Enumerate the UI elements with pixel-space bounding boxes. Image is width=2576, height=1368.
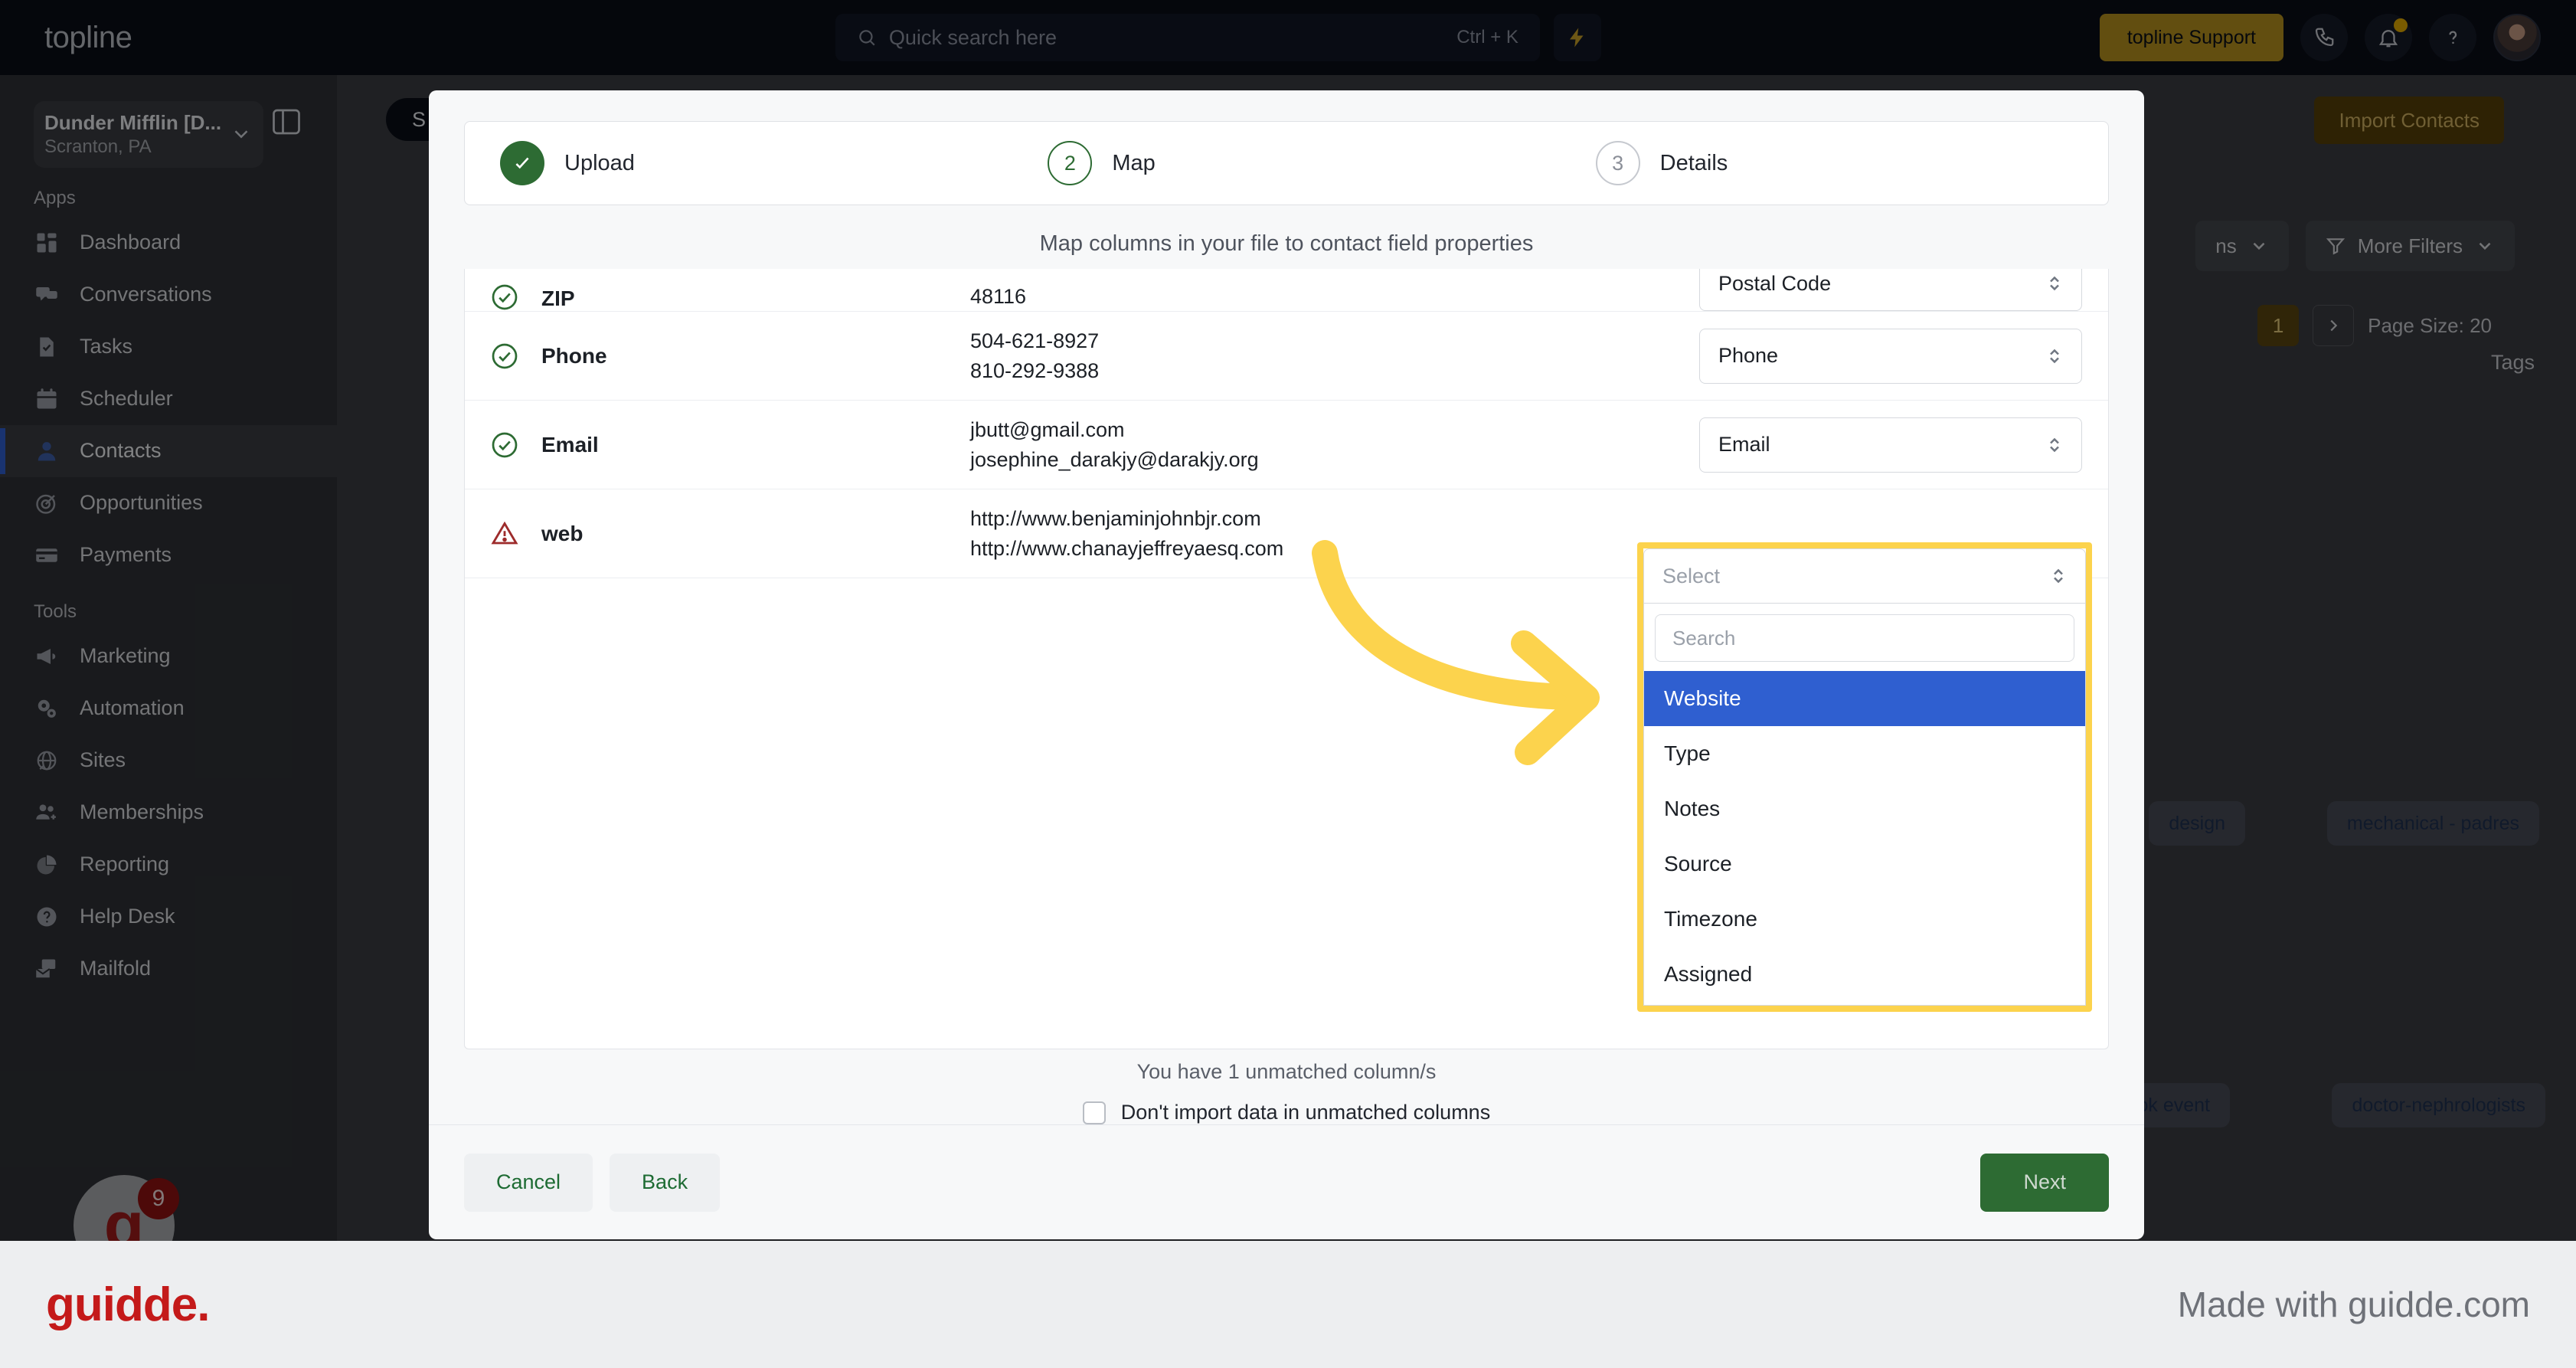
modal-footer: Cancel Back Next [429,1124,2144,1239]
step-details[interactable]: 3 Details [1561,141,2108,185]
source-column-name: ZIP [541,286,575,310]
cancel-button[interactable]: Cancel [464,1153,593,1212]
guidde-logo: guidde. [46,1278,210,1331]
sample-values: http://www.benjaminjohnbjr.com http://ww… [970,504,1699,563]
chevron-updown-icon [2050,349,2059,363]
source-column-name: Phone [541,343,607,368]
field-select[interactable]: Phone [1699,328,2082,384]
sample-value: jbutt@gmail.com [970,418,1125,442]
step-upload-bubble [500,141,544,185]
table-row: Phone 504-621-8927 810-292-9388 Phone [465,312,2108,401]
sample-values: jbutt@gmail.com josephine_darakjy@darakj… [970,415,1699,474]
field-select-box[interactable]: Email [1699,417,2082,473]
made-with-guidde-text: Made with guidde.com [2177,1285,2530,1324]
step-map-number: 2 [1048,141,1093,185]
chevron-updown-icon [2050,437,2059,452]
dropdown-option-website[interactable]: Website [1644,671,2085,726]
field-select-value: Phone [1718,344,1779,367]
modal-subtitle: Map columns in your file to contact fiel… [1039,231,1534,256]
step-map-label: Map [1112,150,1156,175]
dropdown-search-placeholder: Search [1672,626,1736,650]
dropdown-option-type[interactable]: Type [1655,726,2074,781]
sample-value: 504-621-8927 [970,329,1100,353]
sample-values: 504-621-8927 810-292-9388 [970,326,1699,385]
dont-import-row: Don't import data in unmatched columns [429,1101,2144,1124]
sample-value: http://www.chanayjeffreyaesq.com [970,536,1284,560]
status-badge [491,342,541,370]
check-circle-icon [492,432,518,457]
field-select[interactable]: Postal Code [1699,269,2082,311]
table-row: ZIP 48116 Postal Code [465,269,2108,312]
guidde-footer: guidde. Made with guidde.com [0,1241,2576,1368]
next-button[interactable]: Next [1980,1153,2109,1212]
dropdown-option-source[interactable]: Source [1655,836,2074,892]
status-badge [491,520,541,548]
step-upload[interactable]: Upload [465,141,1012,185]
status-badge [491,283,541,311]
source-column-name: Email [541,432,599,457]
sample-values: 48116 [970,284,1027,308]
field-select-value: Email [1718,433,1770,456]
step-map[interactable]: 2 Map [1012,141,1560,185]
sample-value: 810-292-9388 [970,358,1100,382]
table-row: Email jbutt@gmail.com josephine_darakjy@… [465,401,2108,489]
dropdown-option-assigned[interactable]: Assigned [1655,947,2074,1002]
back-button[interactable]: Back [610,1153,721,1212]
step-details-label: Details [1659,150,1728,175]
field-select-dropdown: Select Search Website Type Notes Source … [1637,542,2092,1012]
dropdown-option-timezone[interactable]: Timezone [1655,892,2074,947]
source-column-name: web [541,521,584,545]
dont-import-checkbox[interactable] [1082,1101,1106,1124]
unmatched-note: You have 1 unmatched column/s [1136,1060,1437,1083]
field-select-value: Postal Code [1718,271,1832,295]
sample-value: josephine_darakjy@darakjy.org [970,447,1259,471]
field-select[interactable]: Email [1699,417,2082,473]
dropdown-option-notes[interactable]: Notes [1655,781,2074,836]
dropdown-menu: Search Website Type Notes Source Timezon… [1643,604,2086,1006]
dont-import-label: Don't import data in unmatched columns [1120,1101,1491,1124]
step-upload-label: Upload [564,150,635,175]
dropdown-search-input[interactable]: Search [1655,614,2074,662]
warning-triangle-icon [491,521,518,544]
field-select-placeholder: Select [1662,564,1721,587]
chevron-updown-icon [2054,568,2063,584]
check-circle-icon [492,343,518,368]
chevron-updown-icon [2050,276,2059,291]
status-badge [491,431,541,459]
import-stepper: Upload 2 Map 3 Details [464,121,2109,205]
sample-value: http://www.benjaminjohnbjr.com [970,507,1261,531]
field-select-box[interactable]: Select [1643,548,2086,604]
check-circle-icon [492,284,518,310]
check-icon [515,157,529,169]
field-select-box[interactable]: Phone [1699,328,2082,384]
field-select-box[interactable]: Postal Code [1699,269,2082,311]
step-details-number: 3 [1595,141,1640,185]
